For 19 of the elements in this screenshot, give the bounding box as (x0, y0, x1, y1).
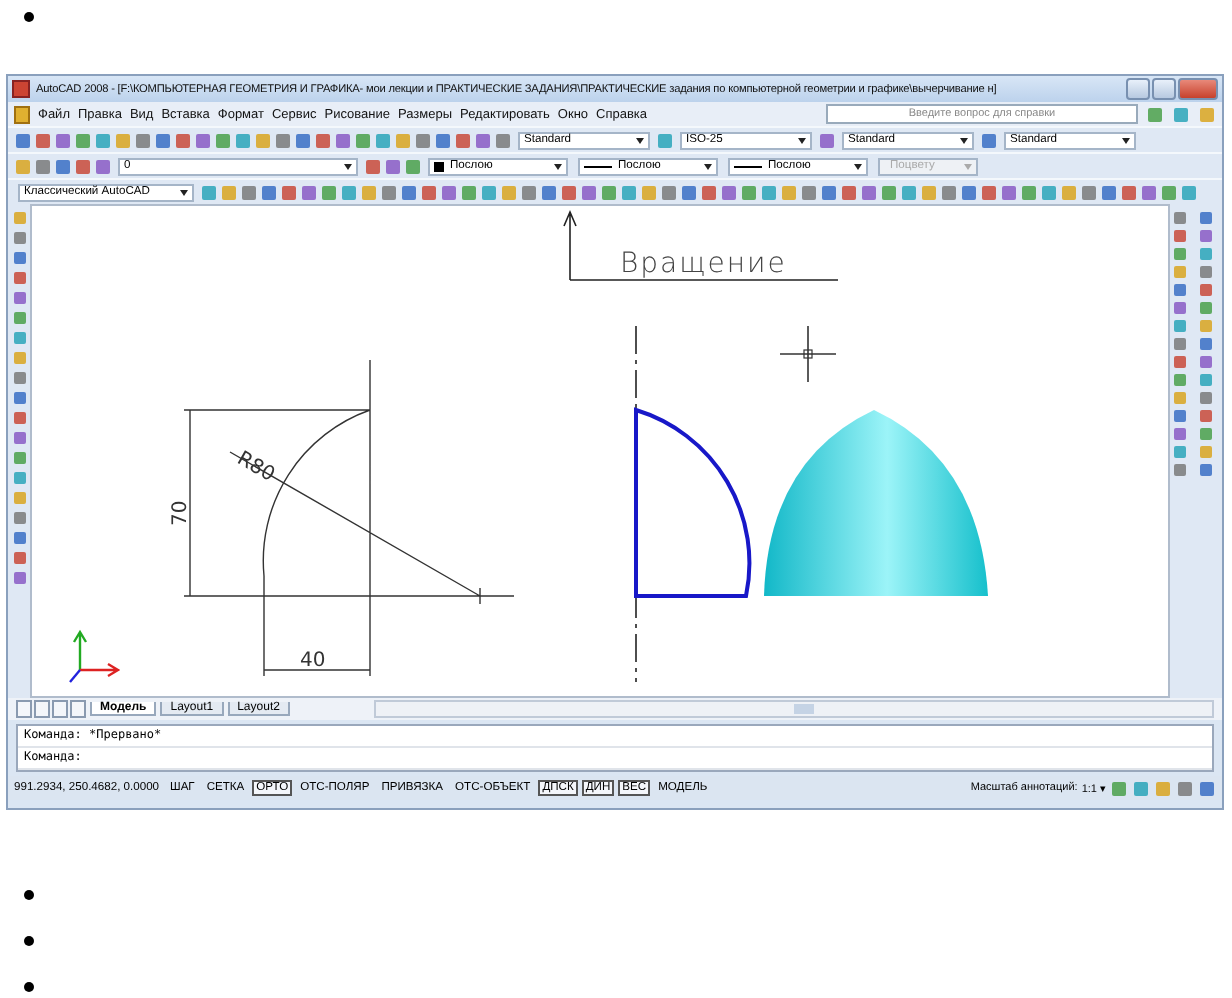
horizontal-scrollbar[interactable] (373, 700, 1214, 718)
document-icon (14, 105, 30, 123)
bullet-icon (24, 936, 34, 946)
maximize-button[interactable] (1152, 78, 1176, 100)
bullet-icon (24, 982, 34, 992)
bullet-icon (24, 12, 34, 22)
minimize-button[interactable] (1126, 78, 1150, 100)
tool-icon[interactable] (658, 133, 672, 147)
app-logo-icon (12, 80, 30, 98)
close-button[interactable] (1178, 78, 1218, 100)
ucs-axes-icon (69, 629, 121, 683)
callout-label: Вращение (620, 248, 787, 280)
tool-icon[interactable] (982, 133, 996, 147)
height-label: 70 (170, 500, 192, 526)
crosshair-cursor (779, 325, 837, 383)
bullet-icon (24, 890, 34, 900)
radius-label: R80 (233, 448, 279, 487)
width-label: 40 (300, 650, 326, 672)
tool-icon[interactable] (820, 133, 834, 147)
